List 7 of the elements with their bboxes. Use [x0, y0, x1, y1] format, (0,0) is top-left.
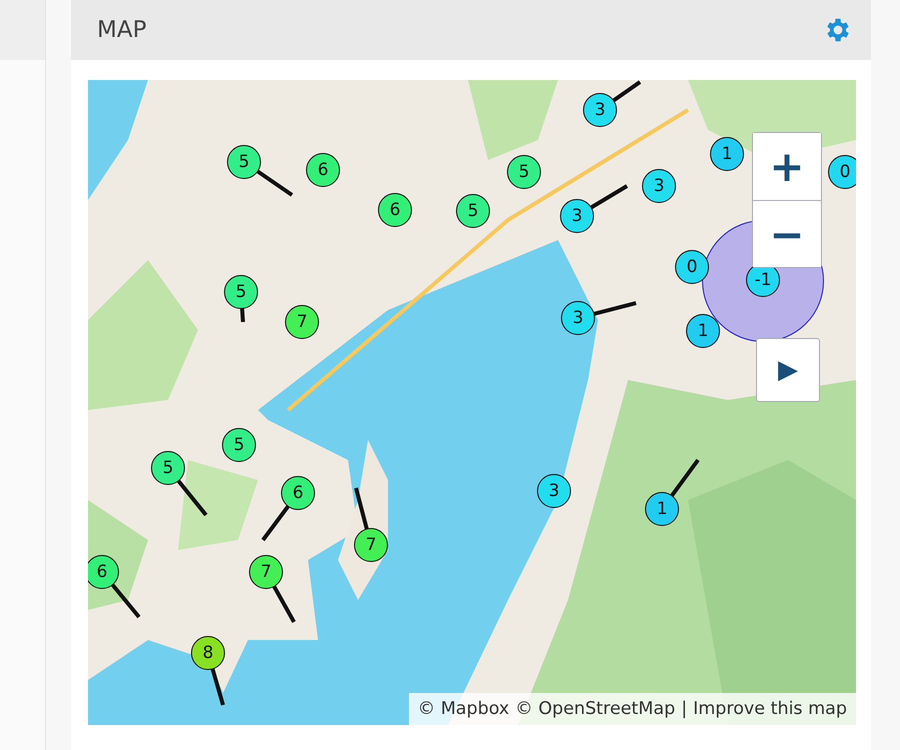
zoom-out-button[interactable]: −: [753, 200, 821, 267]
panel-title: MAP: [97, 17, 146, 43]
attribution-link[interactable]: © Mapbox: [418, 699, 510, 719]
attribution-link[interactable]: © OpenStreetMap: [515, 699, 676, 719]
separator: |: [681, 699, 688, 719]
improve-map-link[interactable]: Improve this map: [693, 699, 847, 719]
play-button[interactable]: ▶: [756, 338, 820, 402]
